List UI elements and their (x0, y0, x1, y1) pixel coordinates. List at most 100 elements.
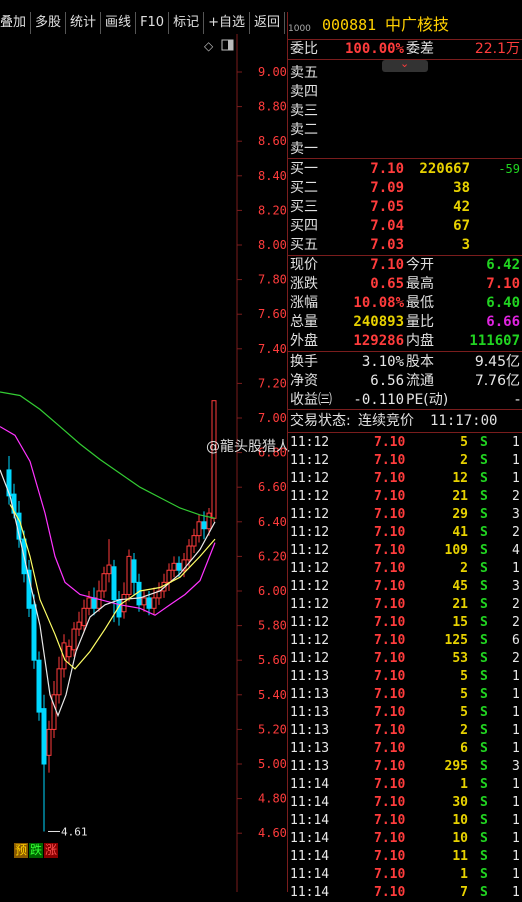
legend-item[interactable]: 涨 (44, 843, 59, 858)
tick-count: 1 (512, 687, 520, 702)
tick-row: 11:12 7.10 12 S 1 (288, 470, 522, 488)
buy-level-label: 买一 (290, 161, 318, 177)
tick-row: 11:14 7.10 7 S 1 (288, 884, 522, 902)
tick-time: 11:13 (290, 669, 330, 684)
tick-row: 11:12 7.10 15 S 2 (288, 614, 522, 632)
buy-level-row: 买五 7.03 3 (288, 236, 522, 255)
stock-header: 1000 000881 中广核技 (288, 12, 522, 40)
buy-level-volume: 220667 (419, 161, 470, 177)
tick-count: 1 (512, 723, 520, 738)
tick-row: 11:12 7.10 53 S 2 (288, 650, 522, 668)
toolbar-button[interactable]: 返回 (250, 12, 286, 34)
tick-price: 7.10 (374, 813, 406, 828)
tick-price: 7.10 (374, 489, 406, 504)
tick-count: 1 (512, 777, 520, 792)
candle-body (151, 597, 157, 609)
tick-count: 2 (512, 597, 520, 612)
toolbar-button[interactable]: 统计 (66, 12, 102, 34)
candle-body (131, 559, 137, 583)
buy-level-price: 7.09 (370, 180, 404, 196)
tick-time: 11:14 (290, 885, 330, 900)
tick-volume: 29 (452, 507, 468, 522)
weibi-label: 委比 (290, 41, 318, 57)
tick-volume: 45 (452, 579, 468, 594)
y-tick-label: 7.40 (258, 342, 287, 356)
tick-time: 11:13 (290, 687, 330, 702)
candle-body (61, 642, 67, 670)
quote-row: 现价 7.10 今开 6.42 (288, 256, 522, 275)
candle-body (101, 573, 107, 592)
low-marker-label: 4.61 (61, 825, 88, 838)
tick-price: 7.10 (374, 633, 406, 648)
tick-row: 11:14 7.10 10 S 1 (288, 830, 522, 848)
candle-body (141, 597, 147, 606)
tick-count: 1 (512, 669, 520, 684)
tick-side: S (480, 489, 488, 504)
buy-level-row: 买四 7.04 67 (288, 217, 522, 236)
toolbar-button[interactable]: 标记 (169, 12, 205, 34)
toolbar-button[interactable]: F10 (136, 12, 170, 34)
tick-price: 7.10 (374, 669, 406, 684)
toolbar-button[interactable]: +自选 (204, 12, 251, 34)
tick-row: 11:13 7.10 2 S 1 (288, 722, 522, 740)
kline-chart[interactable]: ◇ 9.00 8.80 8.60 8.40 8.20 8.00 7.80 7.60 7.40 7.2… (0, 34, 287, 892)
tick-side: S (480, 669, 488, 684)
quote-label: 量比 (406, 314, 434, 330)
buy-level-volume: 38 (453, 180, 470, 196)
tick-count: 1 (512, 453, 520, 468)
divider (288, 432, 522, 433)
legend-item[interactable]: 预 (14, 843, 29, 858)
tick-price: 7.10 (374, 471, 406, 486)
candle-body (186, 545, 192, 561)
buy-level-label: 买四 (290, 218, 318, 234)
tick-row: 11:13 7.10 5 S 1 (288, 668, 522, 686)
tick-side: S (480, 615, 488, 630)
sell-level-label: 卖五 (290, 65, 318, 81)
tick-side: S (480, 507, 488, 522)
panel-separator (287, 12, 288, 892)
tick-row: 11:12 7.10 45 S 3 (288, 578, 522, 596)
y-tick-label: 7.80 (258, 273, 287, 287)
tick-side: S (480, 885, 488, 900)
tick-row: 11:14 7.10 11 S 1 (288, 848, 522, 866)
buy-level-row: 买三 7.05 42 (288, 198, 522, 217)
tick-time: 11:13 (290, 705, 330, 720)
tick-time: 11:14 (290, 813, 330, 828)
candle-body (31, 604, 37, 661)
divider (288, 158, 522, 159)
tick-row: 11:14 7.10 10 S 1 (288, 812, 522, 830)
y-tick-label: 6.40 (258, 515, 287, 529)
toolbar-button[interactable]: 画线 (101, 12, 137, 34)
sell-level-label: 卖一 (290, 141, 318, 157)
tick-count: 1 (512, 561, 520, 576)
quote-label: 现价 (290, 257, 318, 273)
quote-label: 总量 (290, 314, 318, 330)
buy-level-price: 7.05 (370, 199, 404, 215)
tick-count: 1 (512, 705, 520, 720)
sell-level-row: 卖一 (288, 140, 522, 159)
quote-value: 10.08% (353, 295, 404, 311)
buy-level-row: 买一 7.10 220667 -59 (288, 160, 522, 179)
sell-level-row: 卖五 (288, 64, 522, 83)
y-tick-label: 5.20 (258, 722, 287, 736)
tick-price: 7.10 (374, 885, 406, 900)
tick-time: 11:12 (290, 543, 330, 558)
tick-row: 11:12 7.10 21 S 2 (288, 488, 522, 506)
quote-value: 7.10 (370, 257, 404, 273)
tick-time: 11:14 (290, 831, 330, 846)
tick-side: S (480, 741, 488, 756)
toolbar-button[interactable]: 多股 (31, 12, 67, 34)
fundamental-value: 7.76亿 (474, 373, 520, 389)
quote-label: 最高 (406, 276, 434, 292)
toolbar-button[interactable]: 叠加 (0, 12, 32, 34)
tick-side: S (480, 705, 488, 720)
tick-volume: 1 (460, 777, 468, 792)
legend-item[interactable]: 跌 (29, 843, 44, 858)
tick-side: S (480, 867, 488, 882)
tick-side: S (480, 435, 488, 450)
tick-time: 11:12 (290, 633, 330, 648)
fundamental-value: -0.110 (353, 392, 404, 408)
buy-level-change: -59 (498, 162, 520, 176)
candle-body (126, 555, 132, 595)
quote-value: 111607 (469, 333, 520, 349)
